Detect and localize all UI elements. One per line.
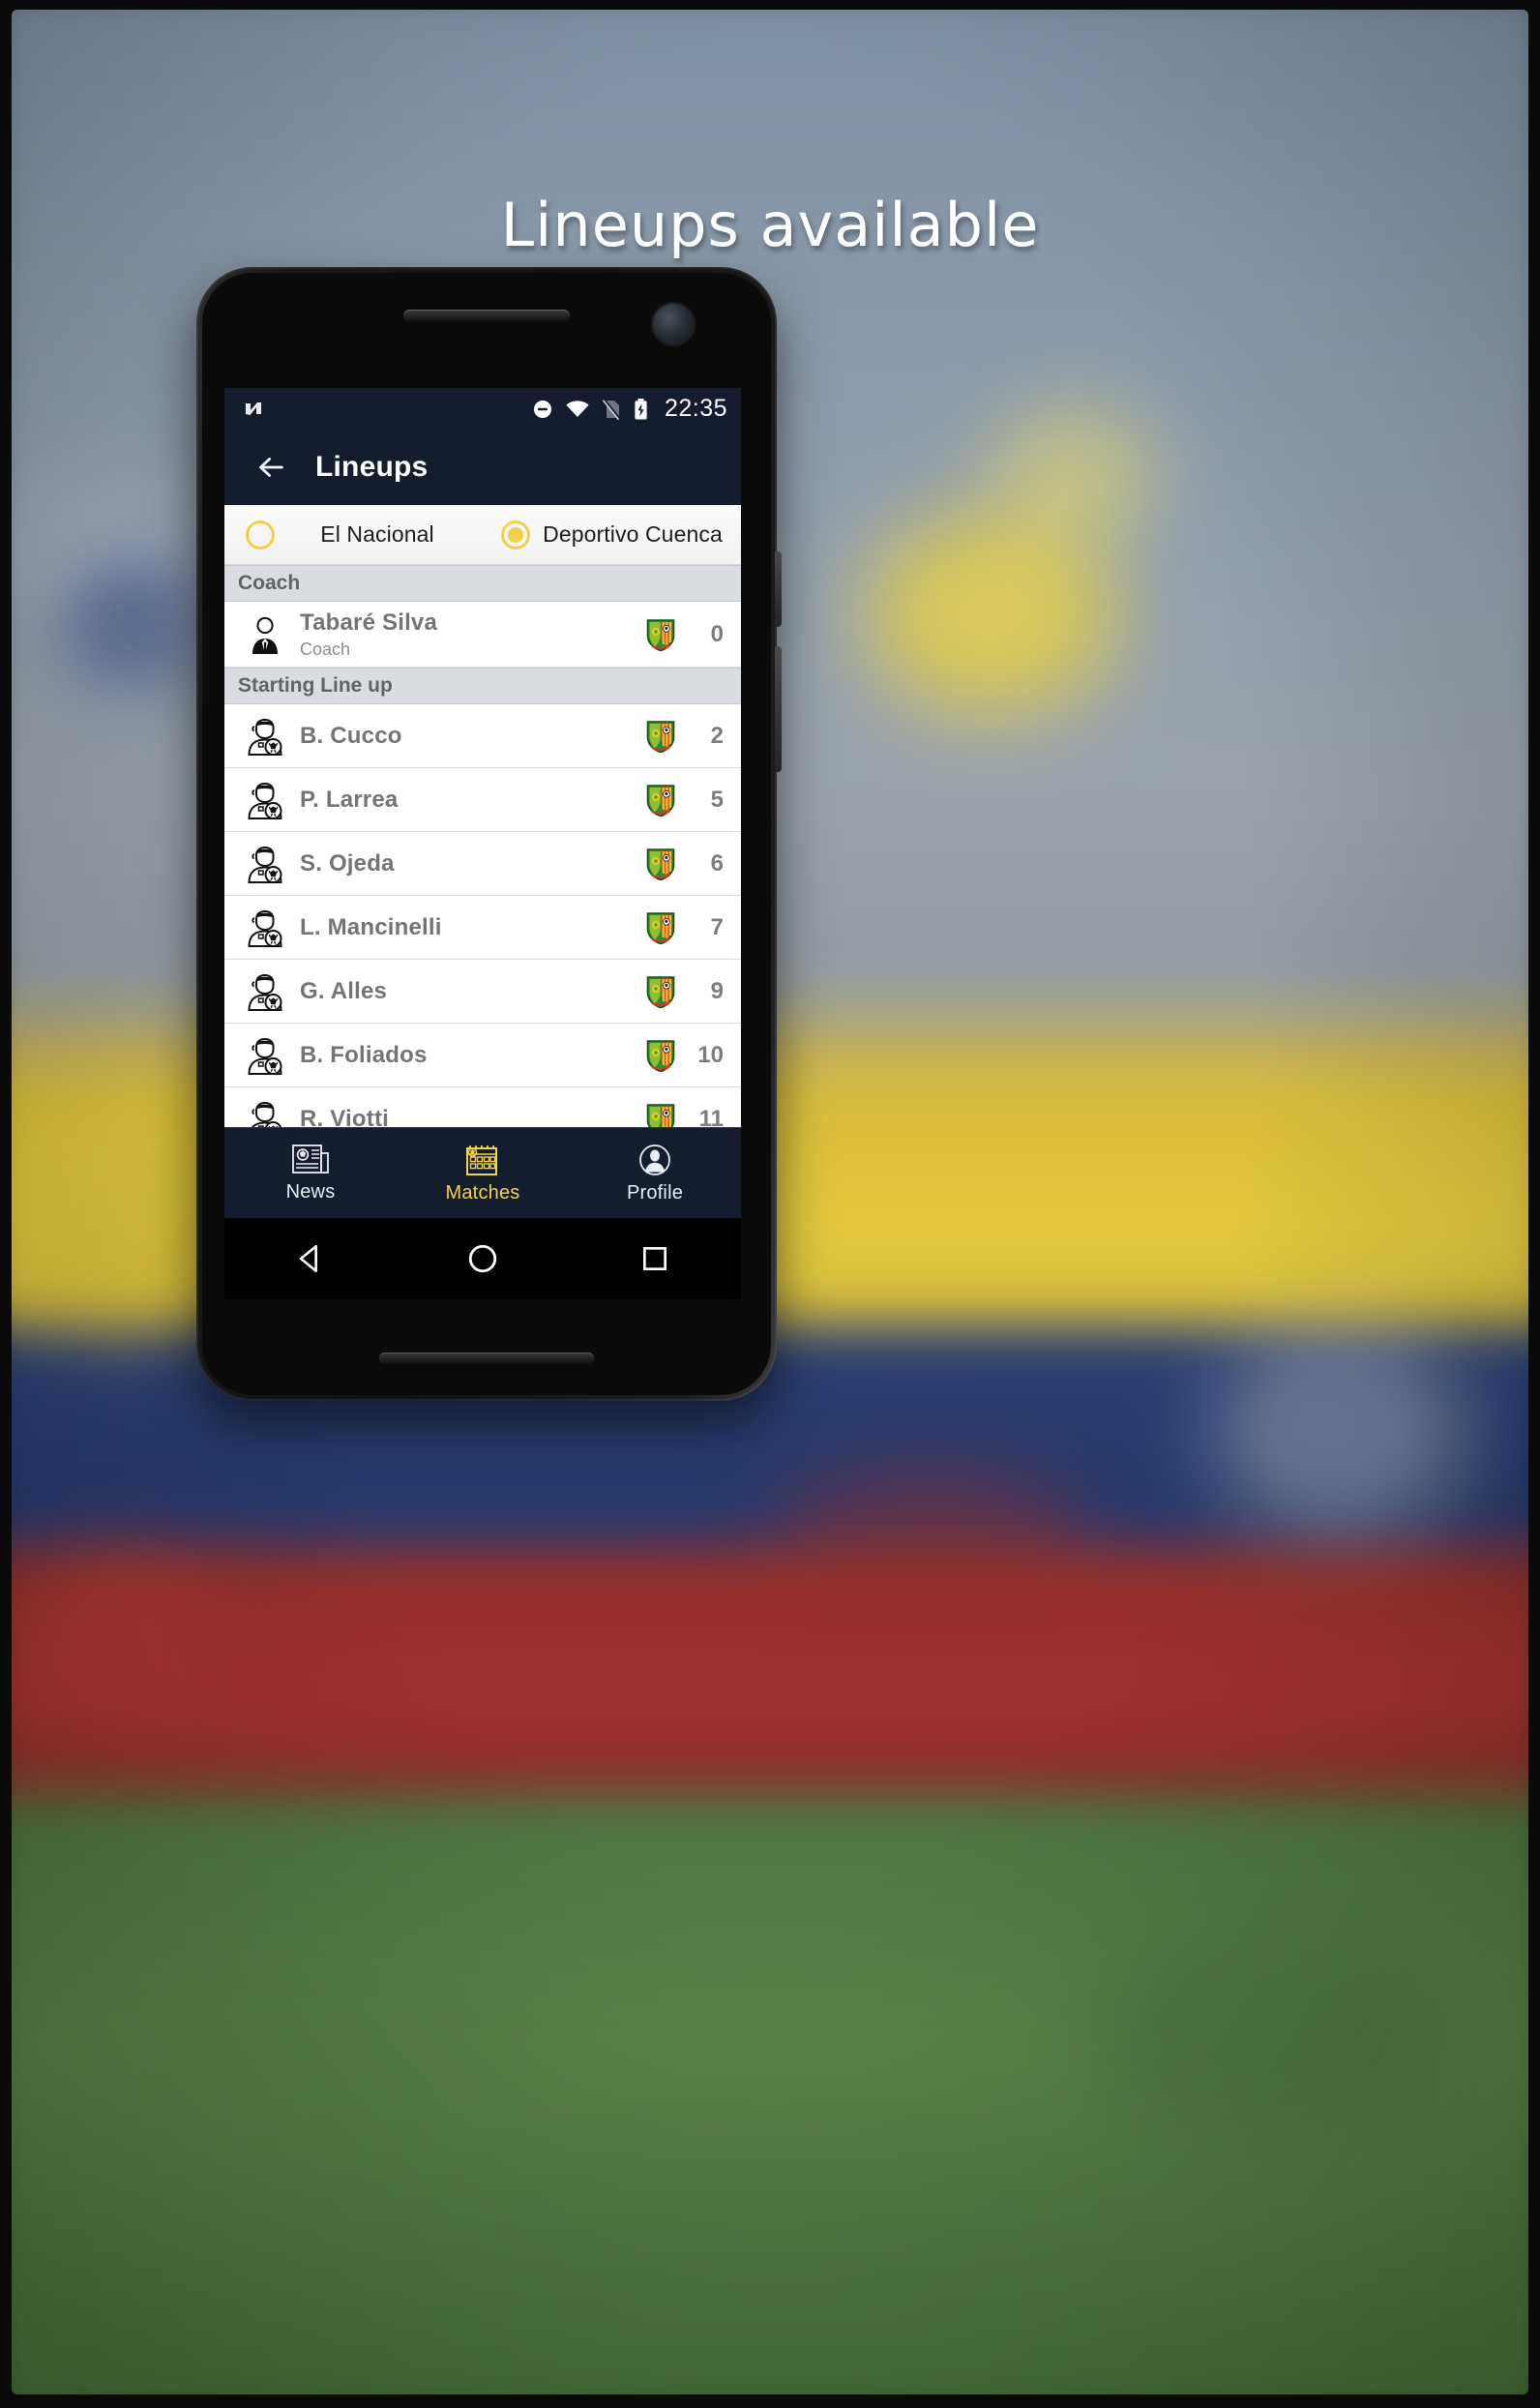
nav-label-profile: Profile [626, 1181, 684, 1204]
player-name: B. Foliados [300, 1041, 428, 1068]
status-bar-clock: 22:35 [664, 395, 727, 422]
player-icon [238, 781, 292, 819]
player-number: 5 [710, 786, 724, 813]
square-recents-icon[interactable] [628, 1232, 682, 1286]
phone-mockup: 22:35 Lineups El Nacional Deportivo Cuen… [196, 267, 782, 1401]
team-option-home[interactable]: El Nacional [224, 520, 486, 550]
player-icon [238, 908, 292, 947]
player-name: L. Mancinelli [300, 913, 442, 940]
radio-selected-icon[interactable] [501, 520, 530, 550]
coach-name: Tabaré Silva [300, 609, 438, 636]
section-header-coach: Coach [224, 565, 741, 602]
table-row[interactable]: B. Foliados 10 [224, 1024, 741, 1087]
nav-item-profile[interactable]: Profile [569, 1143, 741, 1204]
volume-button [775, 551, 782, 627]
back-arrow-icon[interactable] [246, 442, 296, 492]
triangle-back-icon[interactable] [283, 1232, 338, 1286]
player-name: P. Larrea [300, 786, 399, 813]
player-number: 9 [710, 977, 724, 1004]
promo-headline: Lineups available [500, 190, 1040, 260]
player-number: 7 [710, 913, 724, 940]
wifi-icon [565, 398, 590, 421]
player-icon [238, 717, 292, 756]
team-crest-icon [646, 784, 675, 817]
radio-unselected-icon[interactable] [246, 520, 275, 550]
coach-number: 0 [710, 620, 724, 647]
player-number: 10 [697, 1041, 724, 1068]
player-name: G. Alles [300, 977, 388, 1004]
team-crest-icon [646, 911, 675, 944]
coach-icon [238, 615, 292, 654]
team-crest-icon [646, 975, 675, 1008]
player-icon [238, 972, 292, 1011]
front-camera [653, 304, 694, 344]
player-icon [238, 845, 292, 883]
battery-charging-icon [633, 398, 649, 421]
bottom-navigation: News Matches Profile [224, 1127, 741, 1218]
status-bar: 22:35 [224, 388, 741, 430]
page-title: Lineups [315, 451, 429, 483]
phone-chin-grille [379, 1353, 594, 1364]
table-row[interactable]: S. Ojeda 6 [224, 832, 741, 896]
no-sim-icon [601, 398, 622, 421]
team-option-away[interactable]: Deportivo Cuenca [486, 520, 741, 550]
section-header-starting-lineup: Starting Line up [224, 668, 741, 704]
player-name: S. Ojeda [300, 849, 395, 877]
nav-item-news[interactable]: News [224, 1144, 397, 1204]
team-crest-icon [646, 847, 675, 880]
newspaper-icon [291, 1144, 330, 1176]
nav-label-matches: Matches [445, 1181, 520, 1204]
coach-role: Coach [300, 639, 351, 659]
team-selector: El Nacional Deportivo Cuenca [224, 505, 741, 565]
android-n-icon [242, 398, 265, 421]
player-number: 6 [710, 849, 724, 877]
do-not-disturb-icon [531, 398, 554, 421]
table-row[interactable]: L. Mancinelli 7 [224, 896, 741, 960]
person-circle-icon [637, 1143, 673, 1177]
calendar-ball-icon [464, 1143, 501, 1177]
table-row[interactable]: B. Cucco 2 [224, 704, 741, 768]
app-bar: Lineups [224, 430, 741, 505]
android-system-nav [224, 1218, 741, 1299]
earpiece-speaker [403, 310, 570, 322]
nav-item-matches[interactable]: Matches [397, 1143, 569, 1204]
player-name: B. Cucco [300, 722, 402, 749]
nav-label-news: News [285, 1180, 336, 1203]
player-icon [238, 1036, 292, 1075]
player-number: 2 [710, 722, 724, 749]
table-row[interactable]: P. Larrea 5 [224, 768, 741, 832]
power-button [775, 646, 782, 772]
table-row[interactable]: G. Alles 9 [224, 960, 741, 1024]
team-crest-icon [646, 1039, 675, 1072]
team-name-away: Deportivo Cuenca [543, 521, 723, 547]
team-crest-icon [646, 720, 675, 753]
circle-home-icon[interactable] [456, 1232, 510, 1286]
phone-screen: 22:35 Lineups El Nacional Deportivo Cuen… [224, 388, 741, 1299]
status-icons: 22:35 [531, 395, 727, 423]
table-row[interactable]: Tabaré Silva Coach 0 [224, 602, 741, 668]
team-name-home: El Nacional [320, 521, 434, 547]
screenshot-stage: Lineups available 22:35 Lineups El Nacio… [0, 0, 1540, 2408]
team-crest-icon [646, 618, 675, 651]
